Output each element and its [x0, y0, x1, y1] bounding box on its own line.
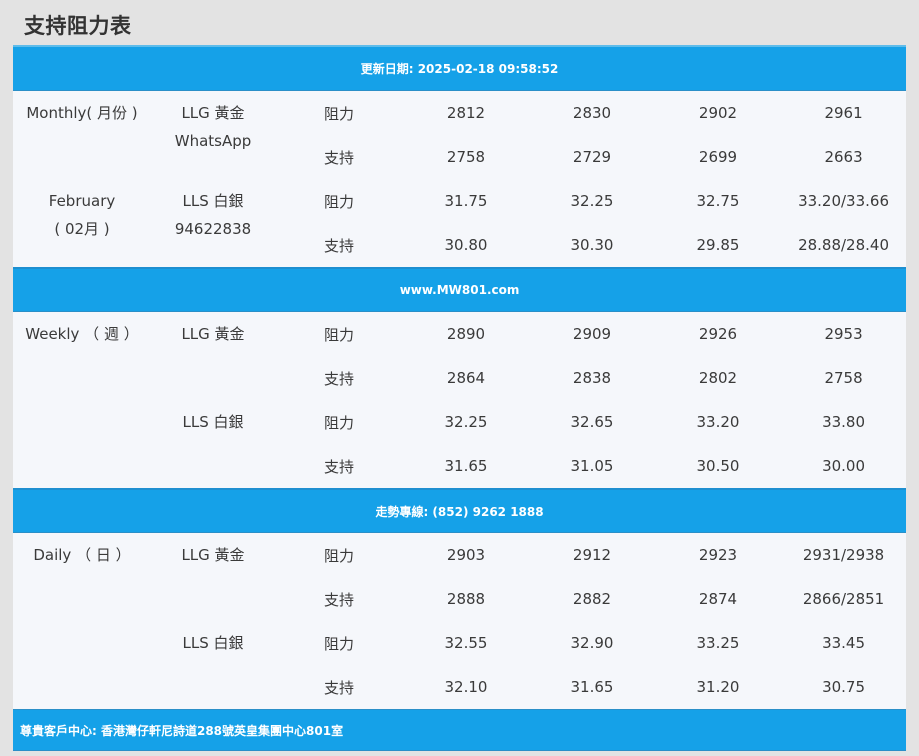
value-cell: 2729	[572, 148, 612, 166]
period-cell-monthly: Monthly( 月份 )	[13, 91, 151, 180]
type-cell: 支持	[323, 369, 354, 388]
value-cell: 33.80	[822, 413, 866, 431]
value-cell: 2758	[824, 369, 863, 387]
value-cell: 33.20/33.66	[798, 192, 889, 210]
footer-banner: 尊貴客戶中心: 香港灣仔軒尼詩道288號英皇集團中心801室	[13, 709, 907, 751]
month-name: February	[48, 192, 116, 210]
value-cell: 2802	[698, 369, 738, 387]
value-cell: 33.45	[822, 634, 866, 652]
value-cell: 2830	[572, 104, 612, 122]
type-cell: 阻力	[323, 104, 354, 123]
type-cell: 支持	[323, 148, 354, 167]
type-cell: 阻力	[323, 192, 354, 211]
metal-name: LLG 黃金	[181, 546, 245, 564]
phone-number: 94622838	[174, 220, 252, 238]
value-cell: 32.10	[444, 678, 488, 696]
value-cell: 32.25	[444, 413, 488, 431]
type-cell: 阻力	[323, 546, 354, 565]
type-cell: 支持	[323, 590, 354, 609]
table-row: Daily （ 日 ） LLG 黃金 阻力 2903 2912 2923 293…	[13, 533, 906, 578]
period-cell-month-name: February ( 02月 )	[13, 179, 151, 268]
updated-banner: 更新日期: 2025-02-18 09:58:52	[13, 45, 907, 91]
metal-cell-gold: LLG 黃金 WhatsApp	[151, 91, 275, 180]
metal-cell-silver: LLS 白銀	[151, 400, 275, 489]
metal-cell-gold: LLG 黃金	[151, 312, 275, 401]
value-cell: 30.50	[696, 457, 740, 475]
value-cell: 2866/2851	[802, 590, 885, 608]
month-number: ( 02月 )	[54, 220, 110, 238]
support-resistance-table-wrapper: 更新日期: 2025-02-18 09:58:52 Monthly( 月份 ) …	[13, 45, 907, 751]
period-cell-weekly: Weekly （ 週 ）	[13, 312, 151, 490]
type-cell: 阻力	[323, 325, 354, 344]
value-cell: 2663	[824, 148, 863, 166]
value-cell: 33.25	[696, 634, 740, 652]
support-resistance-table: 更新日期: 2025-02-18 09:58:52 Monthly( 月份 ) …	[13, 45, 907, 751]
value-cell: 2699	[698, 148, 738, 166]
website-banner-text: www.MW801.com	[13, 267, 907, 312]
value-cell: 31.65	[570, 678, 614, 696]
value-cell: 2874	[698, 590, 738, 608]
updated-banner-text: 更新日期: 2025-02-18 09:58:52	[13, 45, 907, 91]
period-label: Weekly （ 週 ）	[25, 325, 139, 343]
metal-cell-gold: LLG 黃金	[151, 533, 275, 622]
value-cell: 2902	[698, 104, 738, 122]
page-title: 支持阻力表	[24, 14, 132, 38]
value-cell: 29.85	[696, 236, 740, 254]
value-cell: 2931/2938	[802, 546, 885, 564]
whatsapp-label: WhatsApp	[174, 132, 252, 150]
type-cell: 阻力	[323, 634, 354, 653]
metal-name: LLG 黃金	[181, 325, 245, 343]
value-cell: 2923	[698, 546, 738, 564]
type-cell: 支持	[323, 236, 354, 255]
footer-address-text: 尊貴客戶中心: 香港灣仔軒尼詩道288號英皇集團中心801室	[13, 709, 907, 751]
value-cell: 32.25	[570, 192, 614, 210]
value-cell: 30.80	[444, 236, 488, 254]
table-row: February ( 02月 ) LLS 白銀 94622838 阻力 31.7…	[13, 179, 906, 238]
metal-name: LLG 黃金	[181, 104, 245, 122]
value-cell: 32.55	[444, 634, 488, 652]
metal-name: LLS 白銀	[182, 413, 244, 431]
period-cell-daily: Daily （ 日 ）	[13, 533, 151, 710]
value-cell: 2864	[446, 369, 486, 387]
value-cell: 2812	[446, 104, 486, 122]
metal-name: LLS 白銀	[182, 192, 244, 210]
metal-cell-silver: LLS 白銀 94622838	[151, 179, 275, 268]
value-cell: 31.75	[444, 192, 488, 210]
value-cell: 2903	[446, 546, 486, 564]
value-cell: 30.75	[822, 678, 866, 696]
value-cell: 32.65	[570, 413, 614, 431]
period-label: Daily （ 日 ）	[33, 546, 131, 564]
value-cell: 2890	[446, 325, 486, 343]
value-cell: 2926	[698, 325, 738, 343]
table-row: Weekly （ 週 ） LLG 黃金 阻力 2890 2909 2926 29…	[13, 312, 906, 357]
type-cell: 支持	[323, 678, 354, 697]
value-cell: 30.30	[570, 236, 614, 254]
value-cell: 2838	[572, 369, 612, 387]
value-cell: 31.20	[696, 678, 740, 696]
value-cell: 33.20	[696, 413, 740, 431]
period-label: Monthly( 月份 )	[26, 104, 138, 122]
table-row: Monthly( 月份 ) LLG 黃金 WhatsApp 阻力 2812 28…	[13, 91, 906, 150]
value-cell: 30.00	[822, 457, 866, 475]
type-cell: 阻力	[323, 413, 354, 432]
value-cell: 32.75	[696, 192, 740, 210]
metal-name: LLS 白銀	[182, 634, 244, 652]
hotline-banner: 走勢專線: (852) 9262 1888	[13, 488, 907, 533]
hotline-banner-text: 走勢專線: (852) 9262 1888	[13, 488, 907, 533]
value-cell: 31.05	[570, 457, 614, 475]
value-cell: 2909	[572, 325, 612, 343]
metal-cell-silver: LLS 白銀	[151, 621, 275, 710]
value-cell: 2888	[446, 590, 486, 608]
value-cell: 2882	[572, 590, 612, 608]
website-banner: www.MW801.com	[13, 267, 907, 312]
value-cell: 2953	[824, 325, 863, 343]
value-cell: 2912	[572, 546, 612, 564]
value-cell: 2758	[446, 148, 486, 166]
value-cell: 32.90	[570, 634, 614, 652]
type-cell: 支持	[323, 457, 354, 476]
value-cell: 31.65	[444, 457, 488, 475]
value-cell: 2961	[824, 104, 863, 122]
value-cell: 28.88/28.40	[798, 236, 889, 254]
